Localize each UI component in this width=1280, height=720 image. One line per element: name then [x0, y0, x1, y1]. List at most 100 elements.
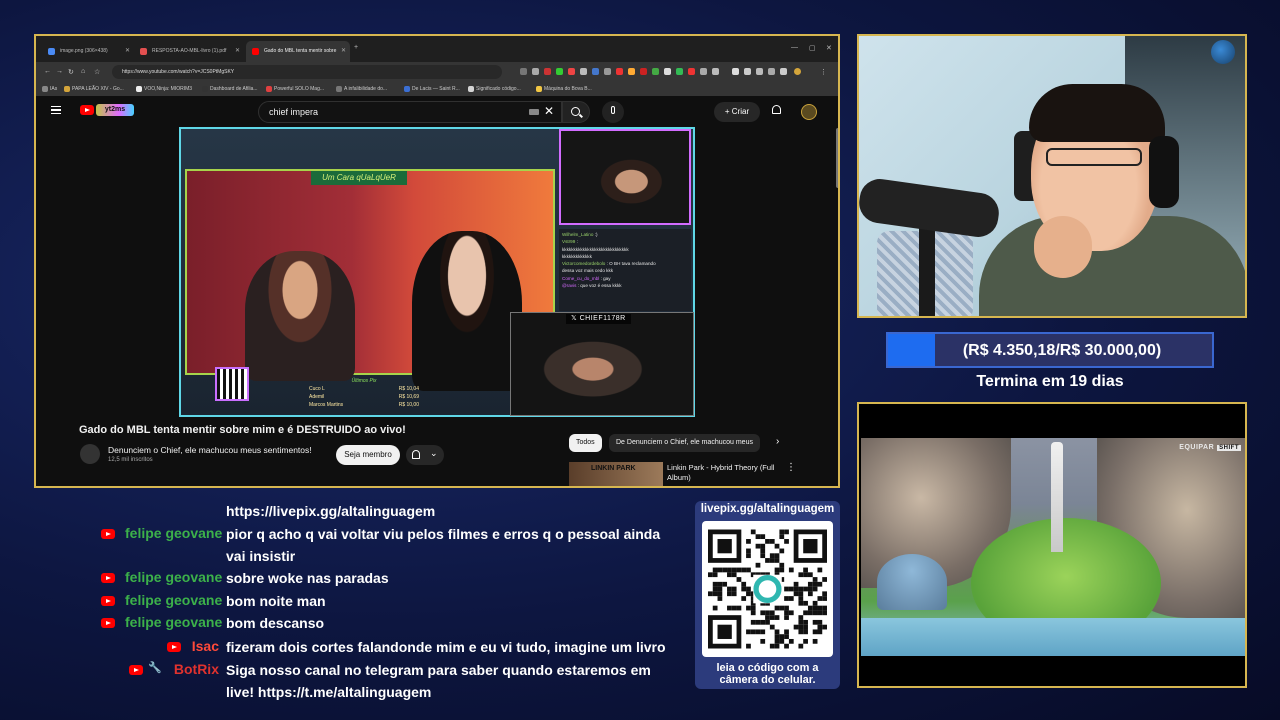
qr-module [817, 581, 823, 587]
keyboard-icon[interactable] [529, 109, 539, 115]
livepix-qr-panel: livepix.gg/altalinguagem leia o código c… [695, 501, 840, 689]
bookmark-item[interactable]: A infalibilidade do... [336, 82, 387, 96]
youtube-badge-icon [101, 529, 115, 539]
browser-tab-image[interactable]: image.png (306×438) ✕ [42, 41, 134, 62]
qr-module [812, 610, 818, 616]
shift-key-hint: SHIFT [1217, 445, 1241, 451]
podcast-guest-right [412, 231, 522, 391]
search-button[interactable] [562, 101, 590, 123]
minimize-icon[interactable]: — [791, 44, 798, 51]
extension-icon[interactable] [580, 68, 587, 75]
extension-icon[interactable] [568, 68, 575, 75]
extension-icon[interactable] [652, 68, 659, 75]
extension-icon[interactable] [732, 68, 739, 75]
chip-from-channel[interactable]: De Denunciem o Chief, ele machucou meus [609, 434, 760, 452]
voice-search-icon[interactable] [602, 101, 624, 123]
search-input[interactable]: chief impera ✕ [258, 101, 562, 123]
menu-icon[interactable] [51, 106, 61, 114]
qr-module [784, 605, 789, 611]
overlay-x-handle: 𝕏 CHIEF1178R [566, 314, 631, 324]
qr-module [803, 619, 808, 625]
bookmark-item[interactable]: IAs [42, 82, 57, 96]
qr-module [803, 629, 808, 635]
extension-icon[interactable] [768, 68, 775, 75]
more-options-icon[interactable]: ⋮ [786, 462, 796, 473]
extension-icon[interactable] [688, 68, 695, 75]
maximize-icon[interactable]: ▢ [809, 44, 816, 52]
extension-icon[interactable] [532, 68, 539, 75]
extension-icon[interactable] [616, 68, 623, 75]
extension-icon[interactable] [556, 68, 563, 75]
clear-search-icon[interactable]: ✕ [544, 104, 554, 118]
extension-icon[interactable] [676, 68, 683, 75]
browser-tab-pdf[interactable]: RESPOSTA-AO-MBL-livro (1).pdf ✕ [134, 41, 244, 62]
qr-module [779, 529, 785, 535]
extension-icon[interactable] [520, 68, 527, 75]
close-window-icon[interactable]: ✕ [826, 44, 832, 52]
bookmark-item[interactable]: De Lacis — Saint R... [404, 82, 460, 96]
cuphead-overworld-map: EQUIPAR SHIFT [861, 438, 1245, 656]
home-icon[interactable]: ⌂ [81, 68, 85, 75]
bookmark-item[interactable]: Significado código... [468, 82, 521, 96]
notification-toggle-button[interactable] [406, 445, 444, 465]
reload-icon[interactable]: ↻ [68, 68, 74, 76]
account-avatar[interactable] [801, 104, 817, 120]
youtube-doodle-logo[interactable]: yt2ms [96, 104, 134, 116]
forward-icon[interactable]: → [56, 68, 63, 75]
chip-all[interactable]: Todos [569, 434, 602, 452]
close-tab-icon[interactable]: ✕ [125, 41, 130, 62]
new-tab-icon[interactable]: + [354, 44, 358, 51]
page-scrollbar[interactable] [836, 128, 838, 188]
menu-dots-icon[interactable]: ⋮ [820, 68, 827, 76]
back-icon[interactable]: ← [44, 68, 51, 75]
url-field[interactable]: https://www.youtube.com/watch?v=JCS0PtMg… [112, 65, 502, 79]
create-button[interactable]: + Criar [714, 102, 760, 122]
bookmark-item[interactable]: Powerful SOLO Mag... [266, 82, 324, 96]
qr-module [746, 586, 751, 592]
qr-module [793, 586, 799, 592]
streamer-hair [1029, 84, 1165, 142]
qr-module [722, 567, 728, 573]
chevron-right-icon[interactable]: › [776, 436, 779, 447]
extension-icon[interactable] [544, 68, 551, 75]
extension-icon[interactable] [744, 68, 751, 75]
close-tab-icon[interactable]: ✕ [235, 41, 240, 62]
qr-module [788, 638, 794, 644]
close-tab-icon[interactable]: ✕ [341, 41, 346, 62]
browser-window: image.png (306×438) ✕ RESPOSTA-AO-MBL-li… [34, 34, 840, 488]
mini-chat-text: : gay [600, 275, 611, 281]
browser-tab-youtube[interactable]: Gado do MBL tenta mentir sobre ✕ [246, 41, 350, 62]
recommended-title[interactable]: Linkin Park - Hybrid Theory (Full Album) [667, 463, 787, 483]
qr-module [812, 619, 818, 625]
extension-icon[interactable] [628, 68, 635, 75]
bookmark-item[interactable]: Máquina do Bova B... [536, 82, 592, 96]
extension-icon[interactable] [712, 68, 719, 75]
channel-name[interactable]: Denunciem o Chief, ele machucou meus sen… [108, 445, 312, 455]
video-donor-list: Últimos Pix Cuco L R$ 10,04 Ademil R$ 10,6… [309, 377, 419, 415]
bookmark-item[interactable]: PAPA LEÃO XIV - Go... [64, 82, 124, 96]
qr-module [774, 643, 780, 649]
subscriber-count: 12,5 mil inscritos [108, 457, 153, 463]
extension-icon[interactable] [604, 68, 611, 75]
bookmark-item[interactable]: VOO,Ninja: MIORIM3 [136, 82, 192, 96]
qr-module [784, 634, 789, 639]
extension-icon[interactable] [780, 68, 787, 75]
qr-module [760, 610, 766, 616]
qr-module [798, 643, 804, 649]
extension-icon[interactable] [664, 68, 671, 75]
extension-icon[interactable] [756, 68, 763, 75]
extension-icon[interactable] [592, 68, 599, 75]
qr-module [784, 539, 789, 544]
join-button[interactable]: Seja membro [336, 445, 400, 465]
profile-icon[interactable] [794, 68, 801, 75]
chat-author: felipe geovane [125, 592, 223, 608]
bookmark-icon[interactable]: ☆ [94, 68, 100, 76]
notifications-bell-icon[interactable] [772, 105, 781, 114]
qr-module [784, 629, 789, 635]
channel-avatar[interactable] [80, 444, 100, 464]
bookmark-item[interactable]: Dashboard de Afilia... [202, 82, 258, 96]
youtube-logo-icon[interactable] [80, 105, 94, 115]
extension-icon[interactable] [640, 68, 647, 75]
extension-icon[interactable] [700, 68, 707, 75]
recommended-thumbnail[interactable]: LINKIN PARK [569, 462, 663, 486]
